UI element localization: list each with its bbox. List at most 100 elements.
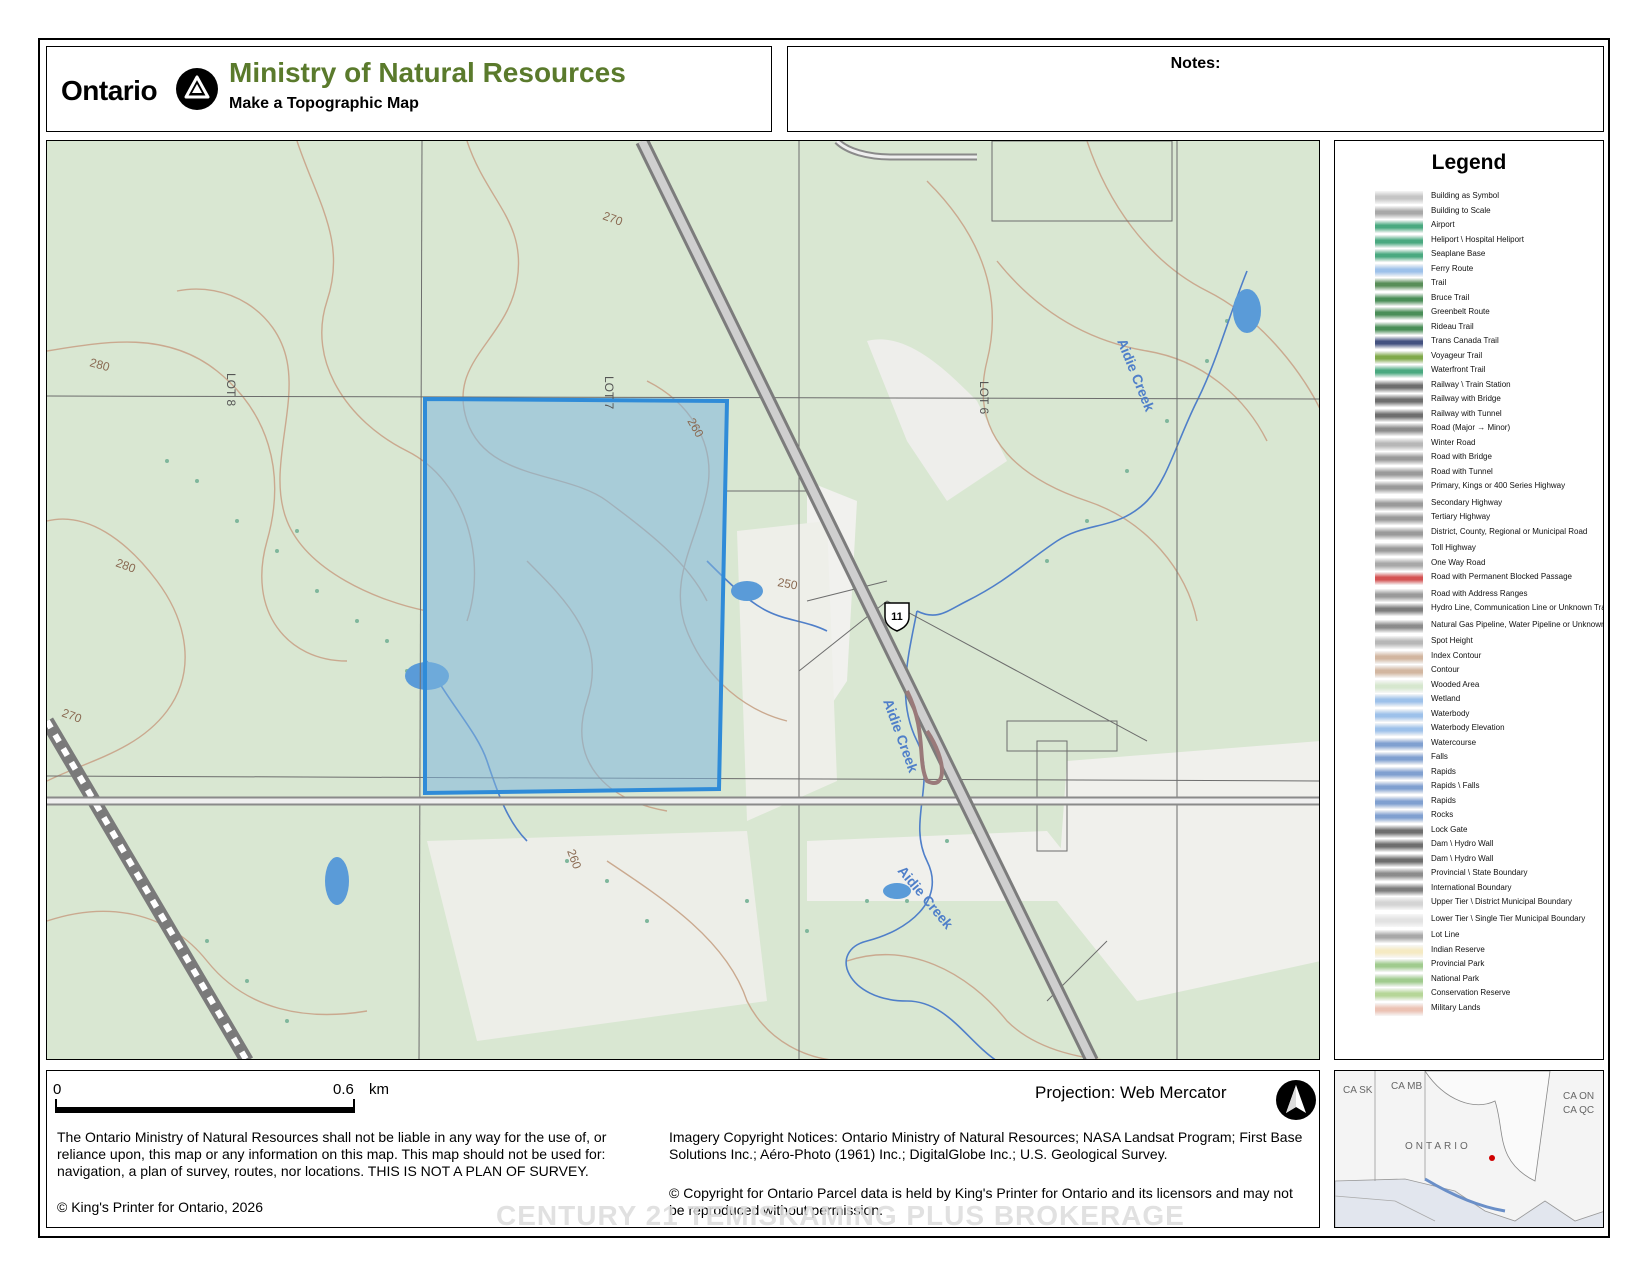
scale-bar	[55, 1107, 355, 1113]
legend-item: Road with Tunnel	[1375, 466, 1595, 480]
legend-symbol-icon	[1375, 766, 1423, 780]
legend-item: Bruce Trail	[1375, 292, 1595, 306]
legend-item-label: Index Contour	[1431, 650, 1482, 660]
legend-symbol-icon	[1375, 853, 1423, 867]
legend-item-label: Rapids \ Falls	[1431, 781, 1480, 790]
legend-item: Wetland	[1375, 694, 1595, 707]
legend-symbol-icon	[1375, 795, 1423, 809]
inset-label: CA SK	[1343, 1085, 1373, 1096]
legend-symbol-icon	[1375, 723, 1423, 736]
legend-item-label: National Park	[1431, 973, 1480, 983]
location-marker-icon	[1489, 1155, 1495, 1161]
legend-item-label: Secondary Highway	[1431, 497, 1503, 507]
inset-label: CA ON	[1563, 1091, 1594, 1102]
legend-symbol-icon	[1375, 249, 1423, 262]
legend-item: Rideau Trail	[1375, 321, 1595, 335]
legend-item-label: Heliport \ Hospital Heliport	[1431, 234, 1524, 244]
legend-item-label: Hydro Line, Communication Line or Unknow…	[1431, 603, 1603, 612]
legend-symbol-icon	[1375, 423, 1423, 436]
topographic-map[interactable]: 270 280 280 260 250 270 260 LOT 8 LOT 7 …	[46, 140, 1320, 1060]
legend-item: Hydro Line, Communication Line or Unknow…	[1375, 603, 1603, 616]
legend-symbol-icon	[1375, 365, 1423, 378]
legend-item: Road with Bridge	[1375, 452, 1595, 465]
legend-item-label: Airport	[1431, 220, 1455, 229]
legend-item-label: Waterbody	[1431, 708, 1470, 718]
legend-item-label: Building as Symbol	[1431, 191, 1500, 200]
legend-symbol-icon	[1375, 1002, 1423, 1016]
legend-item: Railway with Bridge	[1375, 394, 1595, 407]
legend-item: Toll Highway	[1375, 543, 1595, 556]
legend-item-label: Contour	[1431, 665, 1460, 674]
legend-symbol-icon	[1375, 973, 1423, 987]
legend-symbol-icon	[1375, 526, 1423, 540]
ontario-wordmark: Ontario	[61, 75, 158, 106]
legend-symbol-icon	[1375, 679, 1423, 693]
legend-title: Legend	[1431, 151, 1507, 174]
legend-symbol-icon	[1375, 220, 1423, 233]
highlighted-parcel[interactable]	[423, 396, 730, 796]
legend-symbol-icon	[1375, 557, 1423, 571]
legend-item-label: Ferry Route	[1431, 263, 1474, 273]
legend-symbol-icon	[1375, 408, 1423, 422]
legend-item: Lower Tier \ Single Tier Municipal Bound…	[1375, 913, 1595, 927]
map-canvas[interactable]: 270 280 280 260 250 270 260 LOT 8 LOT 7 …	[47, 141, 1320, 1060]
legend-item-label: Railway with Bridge	[1431, 394, 1501, 403]
legend-item: Watercourse	[1375, 737, 1595, 751]
legend-item-label: Trans Canada Trail	[1431, 336, 1499, 345]
legend-item: Lot Line	[1375, 930, 1595, 943]
legend-symbol-icon	[1375, 636, 1423, 649]
highway-11-shield-icon: 11	[884, 602, 910, 632]
legend-symbol-icon	[1375, 913, 1423, 927]
ontario-trillium-logo-icon	[176, 68, 218, 110]
scale-bar-unit: km	[369, 1081, 389, 1098]
legend-item-label: Primary, Kings or 400 Series Highway	[1431, 481, 1566, 490]
brokerage-watermark: CENTURY 21 TEMISKAMING PLUS BROKERAGE	[496, 1200, 1185, 1231]
legend-item: Upper Tier \ District Municipal Boundary	[1375, 897, 1595, 910]
legend-item-label: Upper Tier \ District Municipal Boundary	[1431, 897, 1572, 906]
legend-item: Dam \ Hydro Wall	[1375, 839, 1595, 852]
legend-item-label: Railway with Tunnel	[1431, 408, 1502, 418]
legend-symbol-icon	[1375, 512, 1423, 525]
legend-item: Ferry Route	[1375, 263, 1595, 277]
legend-item: Seaplane Base	[1375, 249, 1595, 262]
legend-item-label: Trail	[1431, 278, 1447, 287]
legend-symbol-icon	[1375, 437, 1423, 451]
legend-item-label: International Boundary	[1431, 882, 1512, 892]
legend-item: National Park	[1375, 973, 1595, 987]
legend-item: Road with Address Ranges	[1375, 588, 1595, 602]
notes-label: Notes:	[1170, 55, 1221, 72]
legend-symbol-icon	[1375, 619, 1423, 633]
legend-item: Spot Height	[1375, 636, 1595, 649]
legend-item-label: Winter Road	[1431, 437, 1476, 447]
legend-symbol-icon	[1375, 307, 1423, 320]
legend-symbol-icon	[1375, 452, 1423, 465]
page-subtitle: Make a Topographic Map	[229, 95, 419, 112]
legend-item-label: Road (Major → Minor)	[1431, 423, 1511, 432]
legend-item: Indian Reserve	[1375, 944, 1595, 958]
legend-symbol-icon	[1375, 543, 1423, 556]
legend-item-label: Voyageur Trail	[1431, 350, 1483, 360]
legend-item-label: Conservation Reserve	[1431, 988, 1511, 997]
legend-item: Building as Symbol	[1375, 191, 1595, 204]
legend-symbol-icon	[1375, 292, 1423, 306]
legend-item-label: Railway \ Train Station	[1431, 379, 1511, 389]
legend-symbol-icon	[1375, 205, 1423, 219]
legend-item: Rapids	[1375, 795, 1595, 809]
legend-item-label: Falls	[1431, 752, 1448, 761]
legend-item-label: Dam \ Hydro Wall	[1431, 839, 1494, 848]
legend-symbol-icon	[1375, 737, 1423, 751]
legend-symbol-icon	[1375, 824, 1423, 838]
legend-symbol-icon	[1375, 234, 1423, 248]
ministry-title: Ministry of Natural Resources	[229, 57, 626, 88]
legend-symbol-icon	[1375, 752, 1423, 765]
legend-item-label: One Way Road	[1431, 557, 1486, 567]
legend-item-label: Road with Tunnel	[1431, 466, 1493, 476]
legend-item-label: Road with Permanent Blocked Passage	[1431, 572, 1572, 581]
legend-item-label: Spot Height	[1431, 636, 1473, 645]
legend-item: Railway with Tunnel	[1375, 408, 1595, 422]
legend-symbol-icon	[1375, 868, 1423, 881]
legend-item: Voyageur Trail	[1375, 350, 1595, 364]
locator-inset-map: CA SK CA MB ONTARIO CA ON CA QC	[1334, 1070, 1604, 1228]
legend-symbol-icon	[1375, 263, 1423, 277]
notes-box: Notes:	[787, 46, 1604, 132]
